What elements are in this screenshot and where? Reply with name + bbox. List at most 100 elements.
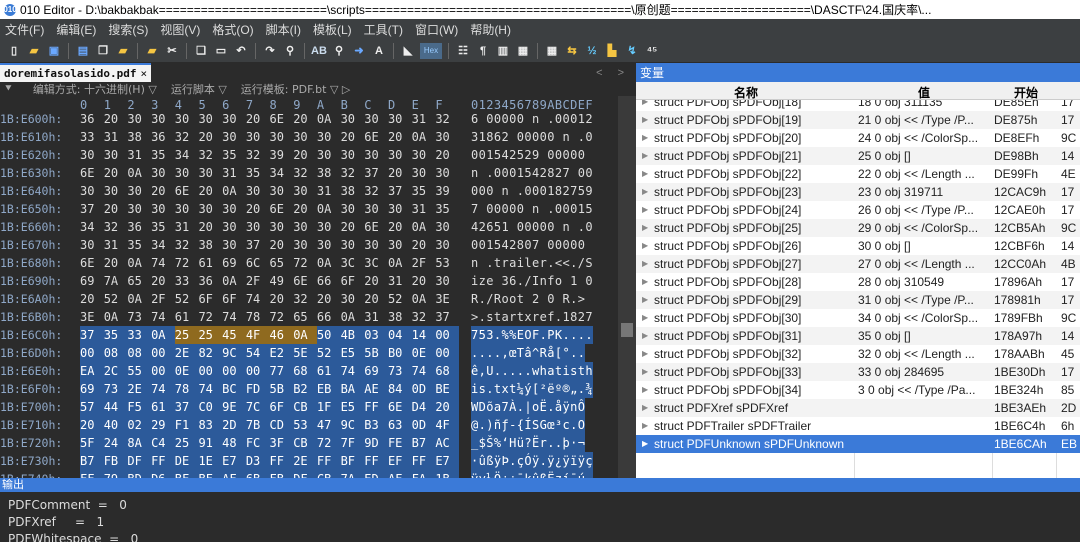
hex-byte[interactable]: 3F	[269, 434, 294, 452]
calculator-icon[interactable]: ▦	[544, 43, 560, 59]
close-tab-icon[interactable]: ×	[140, 67, 147, 80]
ascii-text[interactable]: 7 00000 n .00015	[471, 200, 593, 218]
hex-byte[interactable]: 30	[341, 236, 365, 254]
hex-byte[interactable]: 37	[246, 236, 270, 254]
hex-byte[interactable]: 6F	[341, 272, 365, 290]
hex-byte[interactable]: 30	[246, 218, 270, 236]
variable-row[interactable]: ▶ struct PDFObj sPDFObj[24] 26 0 obj << /T…	[636, 201, 1080, 219]
hex-byte[interactable]: 53	[435, 254, 459, 272]
hex-byte[interactable]: 7C	[245, 398, 270, 416]
hex-byte[interactable]: AC	[435, 434, 459, 452]
variable-row[interactable]: ▶ struct PDFObj sPDFObj[27] 27 0 obj << /L…	[636, 255, 1080, 273]
run-template-dropdown[interactable]: 运行模板: PDF.bt ▽ ▷	[241, 81, 351, 97]
hex-byte[interactable]: 30	[246, 182, 270, 200]
hex-byte[interactable]: BD	[127, 470, 152, 478]
hex-byte[interactable]: 20	[198, 182, 222, 200]
hex-byte[interactable]: 38	[317, 164, 341, 182]
hex-byte[interactable]: 52	[388, 290, 412, 308]
hex-byte[interactable]: 30	[435, 218, 459, 236]
expand-arrow-icon[interactable]: ▶	[642, 309, 648, 327]
expand-arrow-icon[interactable]: ▶	[642, 291, 648, 309]
hex-byte[interactable]: FF	[411, 452, 436, 470]
hex-byte[interactable]: 30	[412, 164, 436, 182]
expand-arrow-icon[interactable]: ▶	[642, 363, 648, 381]
hex-byte[interactable]: 30	[222, 236, 246, 254]
hex-byte[interactable]: 72	[293, 254, 317, 272]
hex-byte[interactable]: 9E	[222, 398, 246, 416]
hex-byte[interactable]: 6E	[270, 110, 294, 128]
hex-byte[interactable]: 20	[388, 218, 412, 236]
variable-row[interactable]: ▶ struct PDFObj sPDFObj[21] 25 0 obj [] DE9…	[636, 147, 1080, 165]
hex-byte[interactable]: 9D	[364, 434, 388, 452]
hex-byte[interactable]: 2C	[103, 362, 128, 380]
variable-row[interactable]: ▶ struct PDFObj sPDFObj[28] 28 0 obj 31054…	[636, 273, 1080, 291]
ascii-text[interactable]: 001542529 00000	[471, 146, 585, 164]
hex-byte[interactable]: 72	[198, 308, 222, 326]
hex-byte[interactable]: 00	[222, 362, 246, 380]
hex-byte[interactable]: 35	[435, 200, 459, 218]
hex-byte[interactable]: 29	[151, 416, 175, 434]
hex-bytes[interactable]: 6E 20 0A 30 30 30 31 35 34 32 38 32 37 20 30 30	[80, 164, 459, 182]
hex-byte[interactable]: 69	[222, 254, 246, 272]
hex-byte[interactable]: 3E	[80, 308, 104, 326]
hex-byte[interactable]: FF	[80, 470, 104, 478]
hex-byte[interactable]: 30	[364, 146, 388, 164]
hex-byte[interactable]: 31	[364, 308, 388, 326]
expand-arrow-icon[interactable]: ▶	[642, 255, 648, 273]
hex-byte[interactable]: D4	[411, 398, 436, 416]
hex-byte[interactable]: CB	[293, 398, 317, 416]
hex-byte[interactable]: 30	[104, 146, 128, 164]
hex-byte[interactable]: 32	[104, 218, 128, 236]
hex-byte[interactable]: 31	[222, 164, 246, 182]
hex-byte[interactable]: 38	[388, 308, 412, 326]
hex-byte[interactable]: 6E	[175, 182, 199, 200]
hex-byte[interactable]: EB	[316, 380, 341, 398]
hex-bytes[interactable]: B7 FB DF FF DE 1E E7 D3 FF 2E FF BF FF EF FF E7	[80, 452, 459, 470]
hex-byte[interactable]: FF	[151, 452, 175, 470]
pilcrow-icon[interactable]: ¶	[475, 43, 491, 59]
hex-byte[interactable]: 35	[103, 326, 128, 344]
hex-byte[interactable]: FF	[364, 398, 388, 416]
hex-byte[interactable]: 20	[104, 110, 128, 128]
hex-byte[interactable]: D6	[151, 470, 175, 478]
hex-byte[interactable]: 20	[293, 146, 317, 164]
hex-byte[interactable]: 2F	[246, 272, 270, 290]
hex-byte[interactable]: 30	[222, 110, 246, 128]
hex-byte[interactable]: F1	[174, 416, 199, 434]
hex-byte[interactable]: 0A	[222, 182, 246, 200]
variable-row[interactable]: ▶ struct PDFObj sPDFObj[19] 21 0 obj << /T…	[636, 111, 1080, 129]
hex-bytes[interactable]: 36 20 30 30 30 30 30 20 6E 20 0A 30 30 30 31 32	[80, 110, 459, 128]
hex-bytes[interactable]: 37 35 33 0A 25 25 45 4F 46 0A 50 4B 03 04 14 00	[80, 326, 459, 344]
menu-item-1[interactable]: 编辑(E)	[51, 21, 103, 38]
new-file-icon[interactable]: ▯	[6, 43, 22, 59]
hex-byte[interactable]: 6E	[364, 128, 388, 146]
expand-arrow-icon[interactable]: ▶	[642, 273, 648, 291]
hex-byte[interactable]: 46	[269, 326, 294, 344]
hex-byte[interactable]: 6F	[222, 290, 246, 308]
menu-item-6[interactable]: 模板(L)	[308, 21, 359, 38]
variable-row[interactable]: ▶ struct PDFObj sPDFObj[26] 30 0 obj [] 12C…	[636, 237, 1080, 255]
hex-byte[interactable]: 61	[316, 362, 341, 380]
hex-byte[interactable]: 73	[127, 308, 151, 326]
expand-arrow-icon[interactable]: ▶	[642, 237, 648, 255]
menu-item-9[interactable]: 帮助(H)	[465, 21, 518, 38]
hex-byte[interactable]: 00	[151, 344, 175, 362]
hex-byte[interactable]: 8A	[127, 434, 152, 452]
hex-byte[interactable]: 36	[80, 110, 104, 128]
hex-byte[interactable]: 14	[411, 326, 436, 344]
hex-byte[interactable]: CB	[316, 470, 341, 478]
checksum-icon[interactable]: ½	[584, 43, 600, 59]
hex-byte[interactable]: 34	[270, 164, 294, 182]
hex-byte[interactable]: 1E	[198, 452, 223, 470]
hex-byte[interactable]: 39	[270, 146, 294, 164]
hex-byte[interactable]: FF	[364, 452, 388, 470]
hex-byte[interactable]: FF	[269, 452, 294, 470]
col-header-name[interactable]: 名称	[734, 84, 758, 101]
hex-byte[interactable]: 30	[435, 272, 459, 290]
variable-row[interactable]: ▶ struct PDFObj sPDFObj[30] 34 0 obj << /C…	[636, 309, 1080, 327]
hex-byte[interactable]: 0A	[127, 254, 151, 272]
hex-byte[interactable]: F5	[127, 398, 152, 416]
hex-byte[interactable]: 5B	[269, 380, 294, 398]
find-next-icon[interactable]: ⚲	[331, 43, 347, 59]
hex-byte[interactable]: FB	[269, 470, 294, 478]
